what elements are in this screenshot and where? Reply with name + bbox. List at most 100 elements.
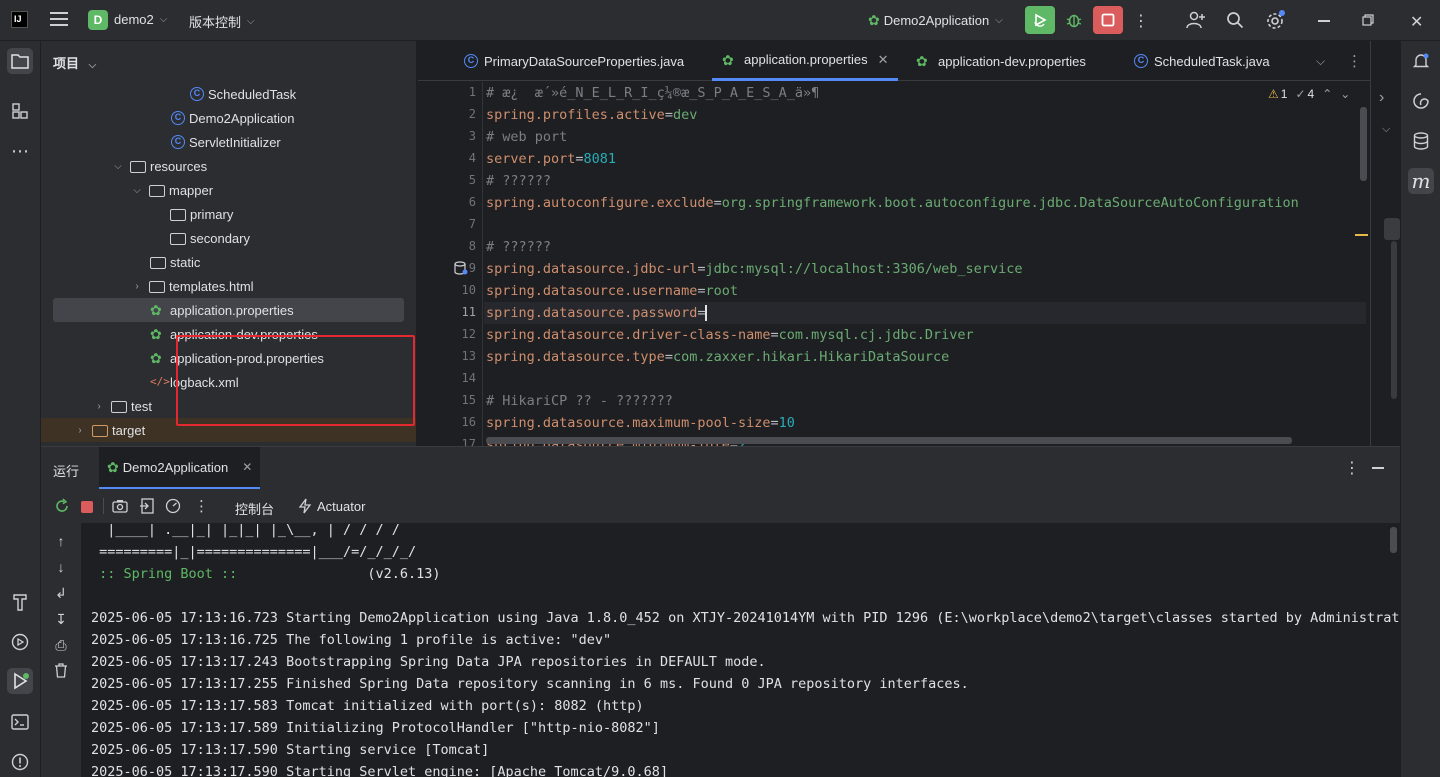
maven-icon[interactable]: m xyxy=(1408,168,1434,194)
tab-actuator[interactable]: Actuator xyxy=(317,499,365,514)
line-number[interactable]: 6 xyxy=(418,195,476,209)
line-number[interactable]: 12 xyxy=(418,327,476,341)
rerun-button[interactable] xyxy=(1025,6,1055,34)
search-icon[interactable] xyxy=(1226,11,1244,29)
scroll-to-end-icon[interactable]: ↧ xyxy=(53,611,69,627)
tree-item-mapper[interactable]: ⌵ mapper xyxy=(41,178,416,202)
chevron-down-icon[interactable]: ⌄ xyxy=(1340,87,1350,101)
tree-item-application-properties[interactable]: ✿ application.properties xyxy=(53,298,404,322)
more-actions-icon[interactable]: ⋮ xyxy=(1133,11,1149,31)
line-number[interactable]: 2 xyxy=(418,107,476,121)
editor-horizontal-scrollbar[interactable] xyxy=(486,437,1292,444)
tab-application-dev-properties[interactable]: ✿ application-dev.properties xyxy=(916,41,1086,81)
chevron-right-icon[interactable]: › xyxy=(131,281,143,292)
line-number[interactable]: 10 xyxy=(418,283,476,297)
hide-panel-icon[interactable] xyxy=(1372,467,1384,469)
more-tools-icon[interactable]: ⋯ xyxy=(7,138,33,164)
run-tab-demo2application[interactable]: ✿ Demo2Application ✕ xyxy=(99,447,261,489)
chevron-right-icon[interactable]: › xyxy=(93,401,105,412)
intellij-logo-icon[interactable]: IJ xyxy=(11,11,28,28)
tab-application-properties[interactable]: ✿ application.properties ✕ xyxy=(712,41,899,81)
stop-button[interactable] xyxy=(1093,6,1123,34)
code-line[interactable]: # æ¿ æ´»é̲N̲E̲L̲R̲I̲ç¼®æ̲S̲P̲A̲E̲S̲A̲ä»¶ xyxy=(486,82,819,104)
vcs-menu[interactable]: 版本控制 ⌵ xyxy=(189,12,255,31)
database-icon[interactable] xyxy=(1408,128,1434,154)
line-number[interactable]: 14 xyxy=(418,371,476,385)
profiler-gauge-icon[interactable] xyxy=(165,498,181,517)
line-number[interactable]: 1 xyxy=(418,85,476,99)
run-config-selector[interactable]: ✿ Demo2Application ⌵ xyxy=(868,12,1003,29)
camera-icon[interactable] xyxy=(112,499,128,516)
side-scrollbar-track[interactable] xyxy=(1391,241,1397,399)
line-number[interactable]: 7 xyxy=(418,217,476,231)
run-tool-icon[interactable] xyxy=(7,668,33,694)
close-window-icon[interactable]: ✕ xyxy=(1410,12,1423,32)
line-number[interactable]: 11 xyxy=(418,305,476,319)
tree-item-primary[interactable]: primary xyxy=(41,202,416,226)
code-line[interactable]: spring.datasource.driver-class-name=com.… xyxy=(486,324,974,346)
close-tab-icon[interactable]: ✕ xyxy=(242,460,252,474)
chevron-down-icon[interactable]: ⌵ xyxy=(131,185,143,196)
services-icon[interactable] xyxy=(7,629,33,655)
tab-primary-datasource-properties[interactable]: C PrimaryDataSourceProperties.java xyxy=(464,41,684,81)
code-line[interactable]: spring.datasource.type=com.zaxxer.hikari… xyxy=(486,346,949,368)
toolbar-more-icon[interactable]: ⋮ xyxy=(194,497,209,515)
code-line[interactable]: # HikariCP ?? - ??????? xyxy=(486,390,673,412)
build-hammer-icon[interactable] xyxy=(7,589,33,615)
chevron-down-icon[interactable]: ⌵ xyxy=(112,161,124,172)
close-tab-icon[interactable]: ✕ xyxy=(878,52,889,68)
datasource-gutter-icon[interactable] xyxy=(454,261,468,278)
line-number[interactable]: 8 xyxy=(418,239,476,253)
tab-scheduled-task[interactable]: C ScheduledTask.java xyxy=(1134,41,1270,81)
side-scrollbar[interactable] xyxy=(1384,218,1400,240)
tree-item-servletinitializer[interactable]: C ServletInitializer xyxy=(41,130,416,154)
line-number[interactable]: 13 xyxy=(418,349,476,363)
tree-item-scheduledtask[interactable]: C ScheduledTask xyxy=(41,82,416,106)
scroll-up-icon[interactable]: ↑ xyxy=(53,533,69,549)
chevron-down-icon[interactable]: ⌵ xyxy=(1382,123,1390,136)
code-line[interactable]: # web port xyxy=(486,126,567,148)
line-number[interactable]: 17 xyxy=(418,437,476,446)
line-number[interactable]: 5 xyxy=(418,173,476,187)
code-line[interactable]: server.port=8081 xyxy=(486,148,616,170)
code-line[interactable]: # ?????? xyxy=(486,236,551,258)
editor-vertical-scrollbar[interactable] xyxy=(1360,107,1367,181)
chevron-up-icon[interactable]: ⌃ xyxy=(1322,87,1332,101)
exit-icon[interactable] xyxy=(139,498,155,517)
structure-icon[interactable] xyxy=(7,98,33,124)
tree-item-secondary[interactable]: secondary xyxy=(41,226,416,250)
tabs-more-icon[interactable]: ⋮ xyxy=(1347,41,1362,81)
tree-item-static[interactable]: static xyxy=(41,250,416,274)
tree-item-resources[interactable]: ⌵ resources xyxy=(41,154,416,178)
code-line[interactable]: spring.datasource.maximum-pool-size=10 xyxy=(486,412,795,434)
notifications-bell-icon[interactable] xyxy=(1408,48,1434,74)
restore-window-icon[interactable] xyxy=(1362,14,1374,26)
code-line[interactable]: spring.profiles.active=dev xyxy=(486,104,697,126)
debug-button[interactable] xyxy=(1059,6,1089,34)
minimize-window-icon[interactable] xyxy=(1318,20,1330,22)
tree-item-demo2application[interactable]: C Demo2Application xyxy=(41,106,416,130)
line-number[interactable]: 4 xyxy=(418,151,476,165)
print-icon[interactable]: ⎙ xyxy=(53,637,69,653)
line-number[interactable]: 16 xyxy=(418,415,476,429)
console-scrollbar[interactable] xyxy=(1390,527,1397,553)
rerun-icon[interactable] xyxy=(54,498,70,517)
tab-console[interactable]: 控制台 xyxy=(235,499,274,518)
chevron-right-icon[interactable]: › xyxy=(74,425,86,436)
ai-assistant-icon[interactable] xyxy=(1408,88,1434,114)
settings-gear-icon[interactable] xyxy=(1265,10,1285,30)
add-user-icon[interactable] xyxy=(1186,11,1206,29)
terminal-icon[interactable] xyxy=(7,709,33,735)
inspection-widget[interactable]: ⚠ 1 ✓ 4 ⌃ ⌄ xyxy=(1268,87,1350,101)
project-panel-title[interactable]: 项目 ⌵ xyxy=(53,53,96,72)
code-line[interactable]: spring.datasource.username=root xyxy=(486,280,738,302)
project-selector[interactable]: demo2 ⌵ xyxy=(114,12,167,27)
tabs-dropdown-icon[interactable]: ⌵ xyxy=(1316,41,1325,81)
console-output[interactable]: |____| .__|_| |_|_| |_\__, | / / / / ===… xyxy=(81,523,1400,777)
tree-item-templates[interactable]: › templates.html xyxy=(41,274,416,298)
run-more-icon[interactable]: ⋮ xyxy=(1344,458,1360,478)
soft-wrap-icon[interactable]: ↲ xyxy=(53,585,69,601)
project-folder-icon[interactable] xyxy=(7,48,33,74)
code-line[interactable]: # ?????? xyxy=(486,170,551,192)
code-line[interactable]: spring.autoconfigure.exclude=org.springf… xyxy=(486,192,1299,214)
